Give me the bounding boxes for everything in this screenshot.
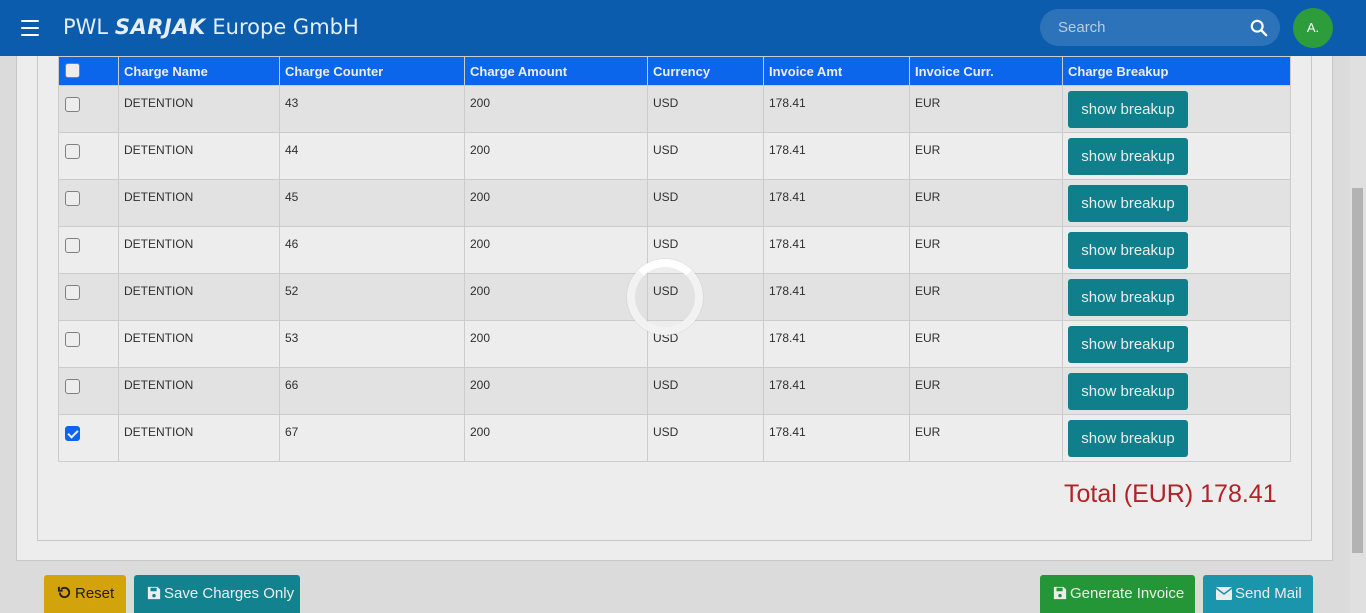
search-box [1040, 9, 1280, 46]
loading-overlay [0, 56, 1366, 613]
brand-prefix: PWL [63, 15, 109, 39]
brand-title[interactable]: PWL SARJAK Europe GmbH [63, 15, 359, 39]
hamburger-menu-icon[interactable] [21, 20, 39, 36]
loading-spinner-icon [627, 259, 703, 335]
search-icon[interactable] [1250, 19, 1268, 37]
brand-logo: SARJAK [114, 15, 206, 39]
top-navbar: PWL SARJAK Europe GmbH A. [0, 0, 1366, 56]
brand-suffix: Europe GmbH [212, 15, 359, 39]
search-input[interactable] [1058, 9, 1248, 46]
avatar[interactable]: A. [1293, 8, 1333, 48]
